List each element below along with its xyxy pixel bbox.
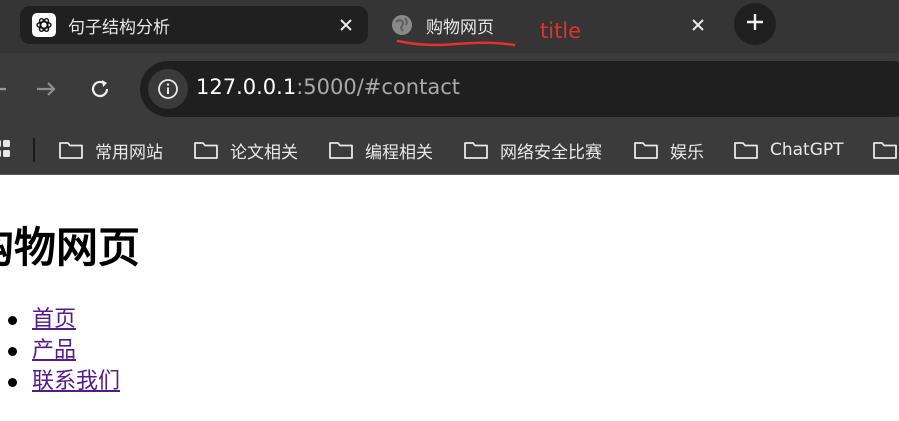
nav-link-home[interactable]: 首页 (32, 307, 76, 332)
nav-link-contact[interactable]: 联系我们 (32, 369, 120, 394)
page-title: 购物网页 (0, 223, 141, 272)
annotation-label: title (540, 19, 582, 43)
bookmark-label: 编程相关 (365, 142, 433, 163)
bookmark-folder-papers[interactable]: 论文相关 (193, 133, 298, 167)
reload-button[interactable] (82, 71, 118, 107)
arrow-left-icon (0, 87, 6, 91)
nav-list: 首页 产品 联系我们 (0, 304, 120, 397)
tab-title: 句子结构分析 (68, 17, 170, 38)
browser-chrome: 句子结构分析 购物网页 title 127.0.0.1:5000/#contac… (0, 0, 899, 175)
folder-icon (194, 142, 218, 159)
globe-icon (390, 13, 414, 37)
toolbar: 127.0.0.1:5000/#contact (0, 53, 899, 125)
tab-sentence-analysis[interactable]: 句子结构分析 (20, 6, 368, 44)
red-underline-annotation (396, 39, 516, 47)
url-text: 127.0.0.1:5000/#contact (196, 75, 460, 99)
url-path: :5000/#contact (296, 75, 460, 99)
apps-grid-icon[interactable] (0, 140, 12, 164)
reload-icon (91, 80, 109, 98)
url-host: 127.0.0.1 (196, 75, 297, 99)
bookmark-folder-programming[interactable]: 编程相关 (328, 133, 433, 167)
nav-item-products: 产品 (0, 335, 120, 366)
bookmarks-bar: 常用网站 论文相关 编程相关 网络安全比赛 娱乐 ChatGPT (0, 125, 899, 175)
folder-icon (734, 142, 758, 159)
folder-icon (873, 142, 897, 159)
folder-icon (59, 142, 83, 159)
new-tab-button[interactable] (734, 3, 776, 45)
tab-strip: 句子结构分析 购物网页 title (0, 0, 899, 53)
site-info-icon[interactable] (148, 69, 188, 109)
bookmark-folder-security-contests[interactable]: 网络安全比赛 (463, 133, 602, 167)
forward-button[interactable] (28, 71, 64, 107)
bookmark-folder-chatgpt[interactable]: ChatGPT (733, 133, 844, 167)
folder-icon (634, 142, 658, 159)
bookmark-label: 论文相关 (230, 142, 298, 163)
page-content: 购物网页 首页 产品 联系我们 (0, 176, 899, 421)
bookmark-folder-more[interactable] (872, 133, 898, 167)
bookmark-folder-entertainment[interactable]: 娱乐 (633, 133, 704, 167)
folder-icon (329, 142, 353, 159)
folder-icon (464, 142, 488, 159)
nav-item-contact: 联系我们 (0, 366, 120, 397)
chatgpt-icon (32, 13, 56, 37)
tab-title: 购物网页 (426, 17, 494, 38)
plus-icon (746, 13, 764, 35)
arrow-right-icon (37, 82, 56, 96)
close-icon[interactable] (688, 15, 708, 35)
bookmark-label: 常用网站 (95, 142, 163, 163)
nav-item-home: 首页 (0, 304, 120, 335)
bookmark-folder-common-sites[interactable]: 常用网站 (58, 133, 163, 167)
bookmark-label: 网络安全比赛 (500, 142, 602, 163)
nav-link-products[interactable]: 产品 (32, 338, 76, 363)
bookmarks-divider (33, 138, 35, 162)
bookmark-label: ChatGPT (770, 140, 844, 160)
back-button[interactable] (0, 71, 16, 107)
close-icon[interactable] (336, 15, 356, 35)
address-bar[interactable]: 127.0.0.1:5000/#contact (140, 61, 899, 117)
bookmark-label: 娱乐 (670, 142, 704, 163)
